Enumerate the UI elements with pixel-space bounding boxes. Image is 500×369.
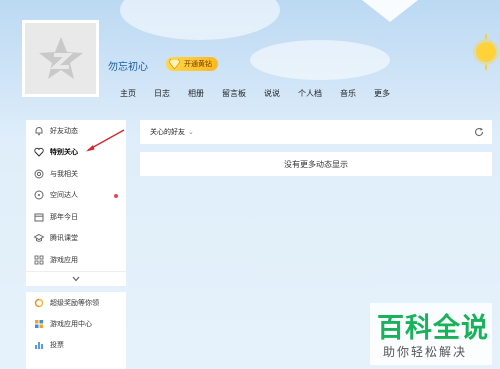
notification-dot	[114, 193, 118, 198]
avatar[interactable]	[22, 20, 99, 97]
sidebar-item-space-expert[interactable]: 空间达人	[26, 185, 126, 207]
watermark-subtitle: 助你轻松解决	[383, 345, 468, 359]
feed-filter-bar: 关心的好友 ⌄	[140, 120, 492, 144]
refresh-icon[interactable]	[474, 127, 484, 137]
feed-filter-label: 关心的好友	[150, 128, 185, 136]
sidebar-item-vote[interactable]: 投票	[26, 334, 126, 355]
expand-more-button[interactable]	[26, 270, 126, 287]
sidebar-item-game-center[interactable]: 游戏应用中心	[26, 313, 126, 334]
heart-icon	[34, 147, 44, 157]
chevron-down-icon	[72, 276, 80, 282]
feed-filter-dropdown[interactable]: 关心的好友 ⌄	[150, 127, 194, 137]
nav-blog[interactable]: 日志	[154, 88, 170, 99]
at-icon	[34, 169, 44, 179]
sun-ray	[485, 65, 487, 70]
annotation-arrow	[86, 129, 125, 152]
sidebar-item-label: 特别关心	[50, 148, 78, 157]
sidebar-item-label: 空间达人	[50, 191, 78, 200]
qzone-star-icon	[38, 36, 83, 79]
gift-icon	[34, 298, 44, 308]
bell-icon	[34, 126, 44, 136]
sidebar-apps: 超级奖励等你领 游戏应用中心 投票	[26, 292, 126, 369]
main-nav: 主页 日志 相册 留言板 说说 个人档 音乐 更多	[120, 88, 408, 99]
vip-badge[interactable]: 开通黄钻	[166, 57, 218, 71]
sidebar-item-tencent-class[interactable]: 腾讯课堂	[26, 228, 126, 250]
sidebar-item-label: 与我相关	[50, 169, 78, 178]
kite-decoration	[362, 0, 418, 22]
sidebar-item-label: 那年今日	[50, 212, 78, 221]
sun-icon	[476, 42, 496, 62]
sidebar-item-rewards[interactable]: 超级奖励等你领	[26, 292, 126, 313]
apps-icon	[34, 319, 44, 329]
diamond-icon	[169, 59, 180, 69]
sidebar-item-label: 游戏应用中心	[50, 319, 92, 328]
sidebar-item-games[interactable]: 游戏应用	[26, 249, 126, 271]
sidebar-item-label: 游戏应用	[50, 255, 78, 264]
nav-more[interactable]: 更多	[374, 88, 390, 99]
empty-feed-message: 没有更多动态显示	[140, 152, 492, 176]
nav-guestbook[interactable]: 留言板	[222, 88, 246, 99]
sun-ray	[485, 34, 487, 39]
sidebar-item-on-this-day[interactable]: 那年今日	[26, 206, 126, 228]
calendar-icon	[34, 212, 44, 222]
sidebar-item-label: 好友动态	[50, 126, 78, 135]
nav-album[interactable]: 相册	[188, 88, 204, 99]
nav-profile[interactable]: 个人档	[298, 88, 322, 99]
sidebar-item-label: 投票	[50, 340, 64, 349]
chevron-down-icon: ⌄	[188, 128, 194, 136]
nav-music[interactable]: 音乐	[340, 88, 356, 99]
watermark-title: 百科全说	[377, 313, 489, 344]
graduation-icon	[34, 233, 44, 243]
star-circle-icon	[34, 190, 44, 200]
username[interactable]: 勿忘初心	[108, 58, 148, 73]
vote-icon	[34, 340, 44, 350]
cloud-decoration	[250, 40, 390, 80]
sidebar-item-related[interactable]: 与我相关	[26, 163, 126, 185]
sidebar-item-label: 超级奖励等你领	[50, 298, 99, 307]
nav-home[interactable]: 主页	[120, 88, 136, 99]
nav-moments[interactable]: 说说	[264, 88, 280, 99]
cloud-decoration	[120, 0, 280, 40]
sidebar-item-label: 腾讯课堂	[50, 234, 78, 243]
watermark-logo: 百科全说 助你轻松解决	[370, 303, 492, 365]
grid-icon	[34, 255, 44, 265]
vip-label: 开通黄钻	[184, 60, 212, 68]
